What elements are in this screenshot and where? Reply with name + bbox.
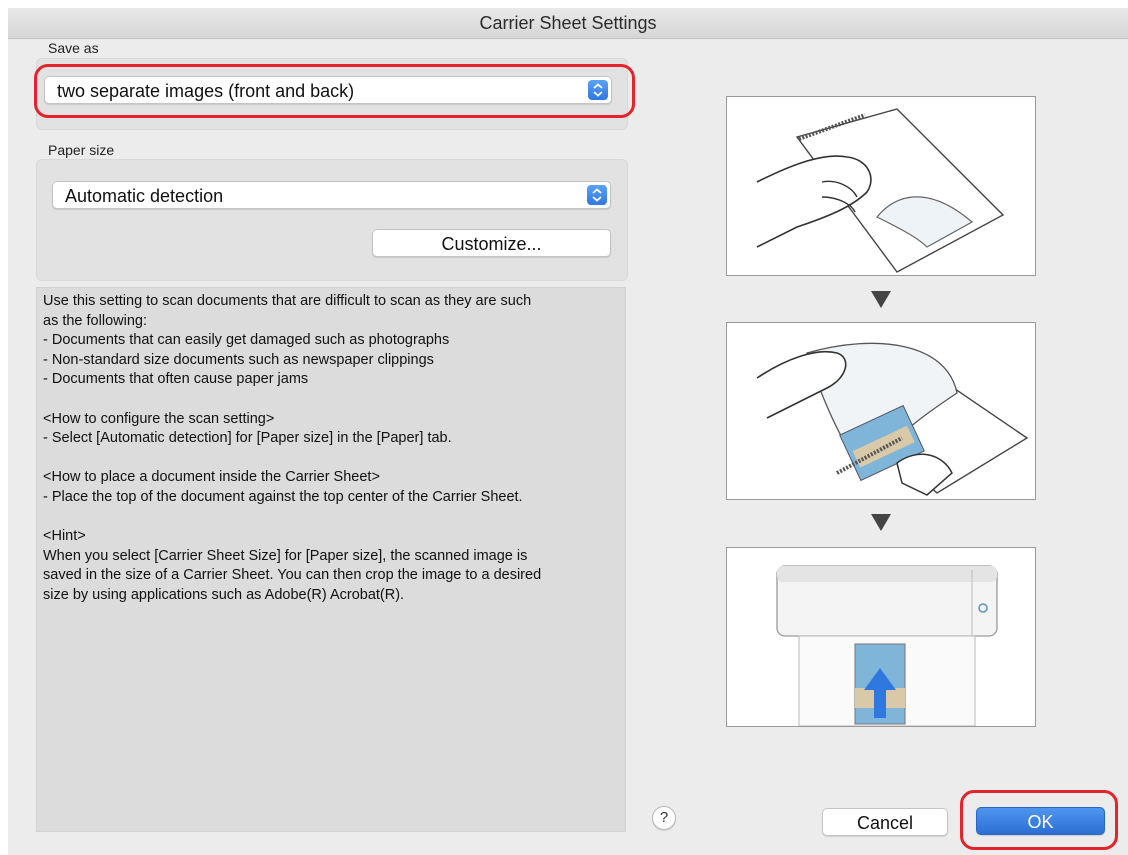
description-line <box>43 508 619 528</box>
save-as-select[interactable]: two separate images (front and back) <box>44 76 612 104</box>
description-line <box>43 449 619 469</box>
description-line: as the following: <box>43 312 147 329</box>
illustration-insert-document <box>726 96 1036 276</box>
description-line: <How to configure the scan setting> <box>43 410 275 427</box>
description-line: - Documents that can easily get damaged … <box>43 332 450 349</box>
save-as-label: Save as <box>48 40 99 56</box>
help-button[interactable]: ? <box>652 806 676 830</box>
paper-size-label: Paper size <box>48 142 115 158</box>
chevron-updown-icon <box>588 80 608 100</box>
paper-size-group <box>36 159 628 281</box>
illustration-place-document <box>726 322 1036 500</box>
chevron-updown-icon <box>587 185 607 205</box>
document-in-carrier-sheet-icon <box>756 342 1029 496</box>
description-line <box>43 390 619 410</box>
description-line: saved in the size of a Carrier Sheet. Yo… <box>43 567 542 584</box>
hand-inserting-document-icon <box>756 108 1005 273</box>
description-line: - Select [Automatic detection] for [Pape… <box>43 430 452 447</box>
description-line: <How to place a document inside the Carr… <box>43 469 380 486</box>
description-line: - Documents that often cause paper jams <box>43 371 309 388</box>
description-line: size by using applications such as Adobe… <box>43 586 405 603</box>
carrier-sheet-settings-dialog: Carrier Sheet Settings Save as two separ… <box>8 8 1128 855</box>
paper-size-select[interactable]: Automatic detection <box>52 181 611 209</box>
scanner-feed-icon <box>776 565 998 727</box>
description-line: <Hint> <box>43 528 86 545</box>
arrow-down-icon <box>871 514 891 531</box>
description-text: Use this setting to scan documents that … <box>36 287 626 832</box>
description-line: - Non-standard size documents such as ne… <box>43 351 434 368</box>
paper-size-value: Automatic detection <box>65 186 224 206</box>
description-line: - Place the top of the document against … <box>43 488 523 505</box>
save-as-value: two separate images (front and back) <box>57 81 355 101</box>
window-title: Carrier Sheet Settings <box>8 8 1128 39</box>
description-line: When you select [Carrier Sheet Size] for… <box>43 547 528 564</box>
arrow-down-icon <box>871 291 891 308</box>
customize-button[interactable]: Customize... <box>372 229 611 257</box>
illustration-feed-scanner <box>726 547 1036 727</box>
cancel-button[interactable]: Cancel <box>822 808 948 836</box>
description-line: Use this setting to scan documents that … <box>43 293 532 309</box>
ok-button[interactable]: OK <box>976 807 1105 835</box>
